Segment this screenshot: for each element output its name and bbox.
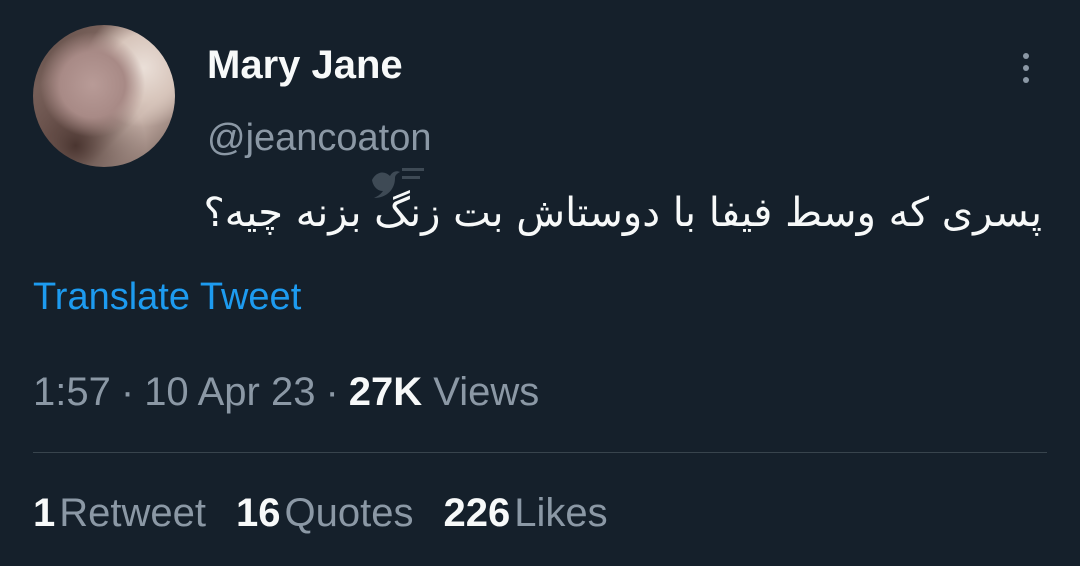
more-options-icon[interactable]	[1014, 48, 1038, 88]
quotes-stat[interactable]: 16 Quotes	[236, 488, 413, 538]
divider	[33, 452, 1047, 453]
views-count: 27K	[348, 370, 423, 414]
translate-tweet-link[interactable]: Translate Tweet	[33, 274, 301, 320]
likes-count: 226	[443, 491, 511, 535]
tweet-meta: 1:57 · 10 Apr 23 · 27K Views	[33, 368, 539, 416]
meta-separator: ·	[120, 370, 135, 414]
retweets-label: Retweet	[59, 491, 206, 535]
retweets-stat[interactable]: 1 Retweet	[33, 488, 206, 538]
likes-stat[interactable]: 226 Likes	[443, 488, 607, 538]
quotes-label: Quotes	[284, 491, 414, 535]
views-label: Views	[433, 370, 540, 414]
retweets-count: 1	[33, 491, 56, 535]
tweet-text: پسری که وسط فیفا با دوستاش بت زنگ بزنه چ…	[203, 190, 1043, 236]
meta-separator: ·	[325, 370, 339, 414]
display-name[interactable]: Mary Jane	[207, 42, 403, 88]
avatar[interactable]	[33, 25, 175, 167]
quotes-count: 16	[236, 491, 281, 535]
engagement-stats: 1 Retweet 16 Quotes 226 Likes	[33, 488, 638, 538]
tweet-time[interactable]: 1:57	[33, 370, 111, 414]
likes-label: Likes	[514, 491, 608, 535]
user-handle[interactable]: @jeancoaton	[207, 116, 432, 160]
tweet-date[interactable]: 10 Apr 23	[144, 370, 315, 414]
